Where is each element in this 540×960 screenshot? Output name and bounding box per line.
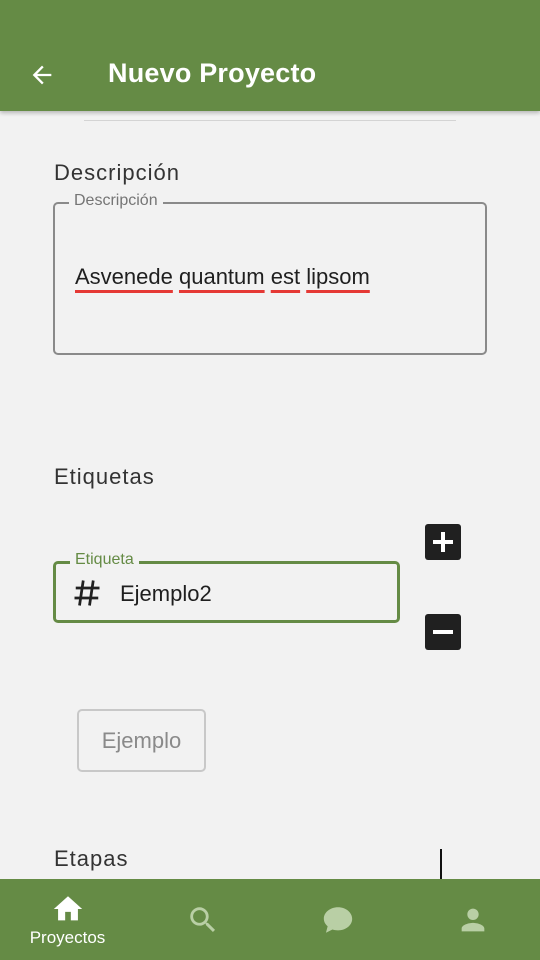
nav-item-search[interactable] bbox=[135, 879, 270, 960]
tag-input-field[interactable]: Etiqueta Ejemplo2 bbox=[53, 551, 400, 623]
hash-icon bbox=[74, 580, 100, 606]
description-field-label: Descripción bbox=[69, 192, 163, 210]
minus-icon bbox=[433, 630, 453, 634]
nav-item-label: Proyectos bbox=[29, 927, 106, 947]
arrow-left-icon bbox=[32, 65, 52, 85]
person-icon bbox=[461, 908, 484, 931]
plus-icon bbox=[433, 532, 453, 552]
description-word: lipsom bbox=[306, 264, 370, 289]
scroll-indicator bbox=[440, 849, 442, 881]
tags-section-title: Etiquetas bbox=[54, 464, 155, 489]
tag-input-value[interactable]: Ejemplo2 bbox=[120, 581, 212, 607]
stages-section-title: Etapas bbox=[54, 846, 129, 871]
tag-field-label: Etiqueta bbox=[70, 551, 139, 569]
back-button[interactable] bbox=[22, 55, 62, 95]
description-word: est bbox=[270, 264, 301, 289]
nav-item-profile[interactable] bbox=[405, 879, 540, 960]
page-title: Nuevo Proyecto bbox=[108, 58, 317, 88]
app-bar: Nuevo Proyecto bbox=[0, 0, 540, 111]
search-icon bbox=[189, 906, 215, 932]
nav-item-chat[interactable] bbox=[270, 879, 405, 960]
description-section-title: Descripción bbox=[54, 160, 180, 185]
description-value[interactable]: Asvenede quantum est lipsom bbox=[75, 264, 370, 290]
nav-item-proyectos[interactable]: Proyectos bbox=[0, 879, 135, 960]
chat-icon bbox=[323, 906, 352, 933]
bottom-navigation: Proyectos bbox=[0, 879, 540, 960]
tag-chip-ejemplo[interactable]: Ejemplo bbox=[77, 709, 206, 772]
remove-tag-button[interactable] bbox=[425, 614, 461, 650]
description-word: quantum bbox=[178, 264, 265, 289]
home-icon bbox=[53, 895, 82, 920]
divider bbox=[84, 120, 456, 121]
description-field[interactable]: Descripción Asvenede quantum est lipsom bbox=[53, 192, 487, 355]
description-word: Asvenede bbox=[75, 264, 173, 289]
add-tag-button[interactable] bbox=[425, 524, 461, 560]
